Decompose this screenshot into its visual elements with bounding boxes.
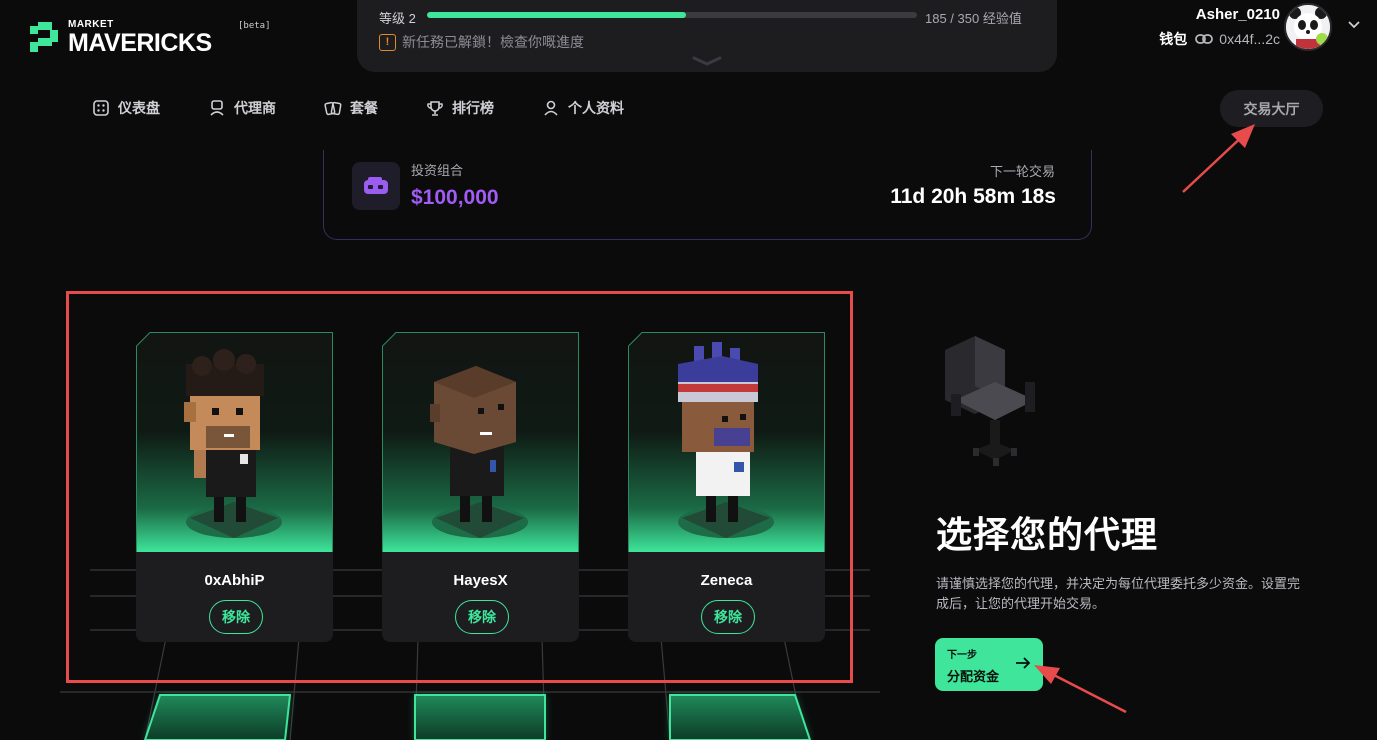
select-agent-description: 请谨慎选择您的代理，并决定为每位代理委托多少资金。设置完成后，让您的代理开始交易… — [936, 576, 1301, 611]
arrow-right-icon — [1016, 657, 1031, 669]
xp-level: 等级 2 — [379, 11, 416, 26]
annotation-arrow-icon — [1182, 124, 1255, 193]
cards-icon — [324, 101, 342, 116]
next-trade-countdown: 11d 20h 58m 18s — [890, 185, 1056, 208]
logo-mark-icon — [30, 22, 60, 54]
allocate-funds-button[interactable]: 下一步 分配资金 — [935, 638, 1043, 691]
wallet-address: 0x44f...2c — [1219, 31, 1280, 47]
dashboard-icon — [93, 100, 109, 116]
quest-notice-text: 新任務已解鎖！檢查你嘅進度 — [402, 34, 584, 50]
trophy-icon — [427, 101, 443, 116]
nav-item-leaderboard[interactable]: 排行榜 — [426, 98, 494, 118]
wallet-row[interactable]: 钱包 0x44f...2c — [1159, 29, 1280, 49]
empty-chair-icon — [945, 336, 1035, 466]
wallet-label: 钱包 — [1159, 31, 1188, 47]
link-icon — [1195, 34, 1214, 44]
allocate-funds-label: 分配资金 — [947, 669, 1000, 684]
portfolio-value: $100,000 — [411, 186, 499, 209]
next-trade-label: 下一轮交易 — [989, 164, 1055, 179]
next-step-label: 下一步 — [947, 650, 977, 661]
nav-label: 排行榜 — [452, 100, 494, 116]
nav-label: 仪表盘 — [118, 100, 160, 116]
nav-label: 代理商 — [234, 100, 276, 116]
nav-label: 个人资料 — [568, 100, 624, 116]
quest-notice[interactable]: ! 新任務已解鎖！檢查你嘅進度 — [379, 32, 584, 52]
xp-progress-fill — [427, 12, 686, 18]
warning-icon: ! — [379, 33, 396, 51]
main-nav: 仪表盘 代理商 套餐 排行榜 个人资料 — [92, 98, 672, 118]
nav-item-dashboard[interactable]: 仪表盘 — [92, 98, 160, 118]
brand-logo[interactable]: MARKET MAVERICKS [beta] — [30, 20, 271, 57]
xp-value: 185 / 350 经验值 — [925, 11, 1022, 26]
portfolio-panel: 投资组合 $100,000 下一轮交易 11d 20h 58m 18s — [323, 150, 1092, 240]
xp-panel[interactable]: 等级 2 185 / 350 经验值 ! 新任務已解鎖！檢查你嘅進度 — [357, 0, 1057, 72]
avatar[interactable] — [1284, 3, 1332, 51]
nav-item-profile[interactable]: 个人资料 — [542, 98, 624, 118]
agent-icon — [210, 100, 224, 116]
panda-avatar-icon — [1286, 5, 1330, 49]
select-agent-title: 选择您的代理 — [936, 514, 1159, 555]
chevron-down-icon[interactable] — [692, 56, 722, 66]
beta-tag: [beta] — [238, 21, 271, 31]
brand-name: MAVERICKS — [68, 29, 212, 57]
highlight-box — [66, 291, 853, 683]
user-info[interactable]: Asher_0210 钱包 0x44f...2c — [1159, 6, 1280, 49]
portfolio-label: 投资组合 — [411, 163, 464, 178]
nav-item-packages[interactable]: 套餐 — [324, 98, 378, 118]
nav-item-agents[interactable]: 代理商 — [208, 98, 276, 118]
username: Asher_0210 — [1195, 6, 1280, 23]
wallet-icon — [352, 162, 400, 210]
annotation-arrow-icon — [1034, 665, 1127, 714]
xp-progress-bar — [427, 12, 917, 18]
chevron-down-icon[interactable] — [1347, 20, 1361, 30]
nav-label: 套餐 — [350, 100, 378, 116]
user-icon — [544, 100, 558, 116]
